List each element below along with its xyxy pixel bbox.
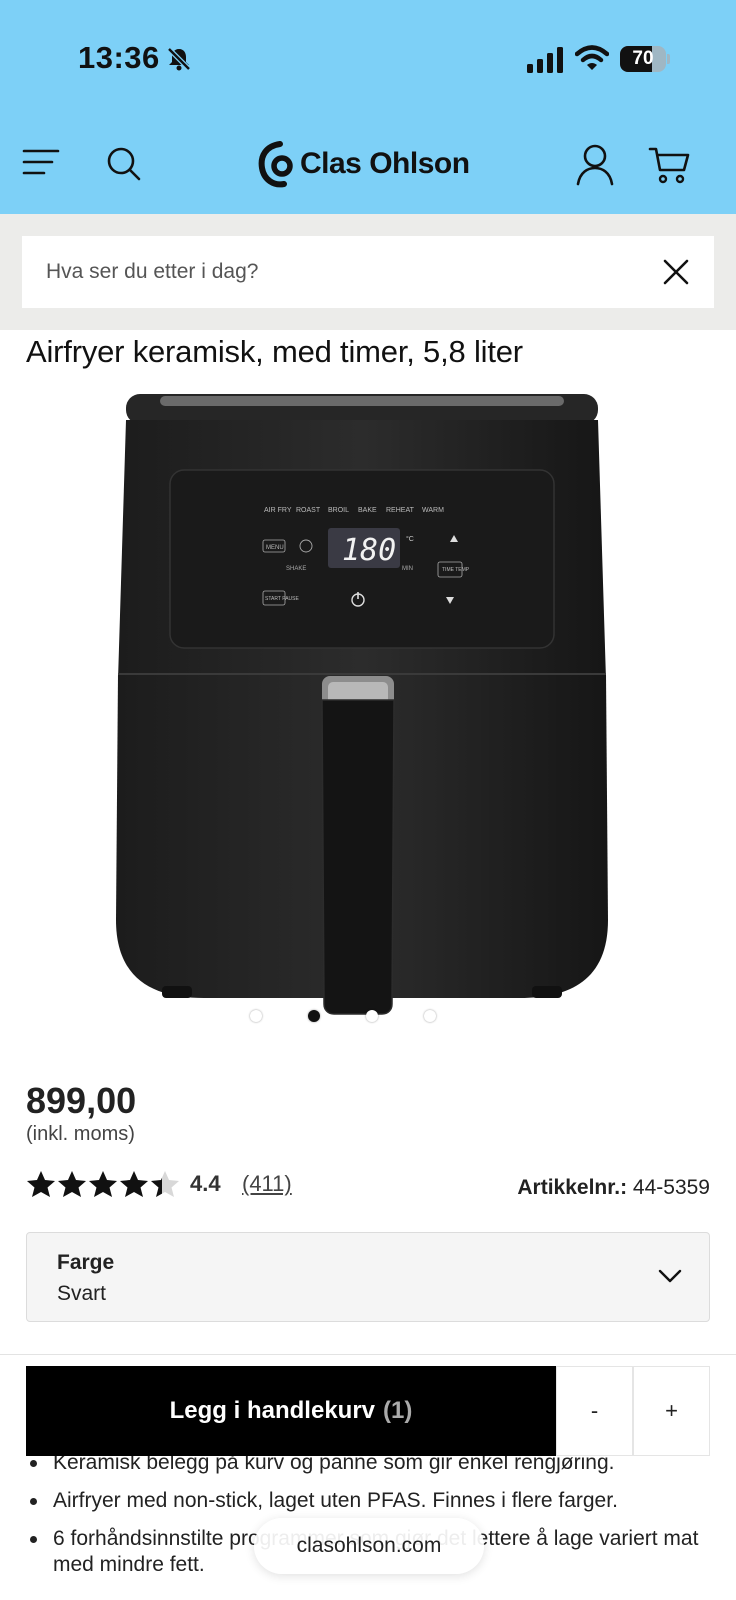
mode-label: ROAST [296,507,321,514]
menu-icon[interactable] [22,146,60,178]
mode-label: WARM [422,507,444,514]
close-icon[interactable] [662,258,690,286]
feature-item: Airfryer med non-stick, laget uten PFAS.… [26,1488,716,1514]
add-to-cart-label: Legg i handlekurv [169,1397,376,1424]
color-select-label: Farge [57,1251,115,1274]
search-box [22,236,714,308]
browser-url-pill[interactable]: clasohlson.com [254,1518,484,1574]
mode-label: AIR FRY [264,507,292,514]
brand-logo[interactable]: Clas Ohlson [258,140,470,188]
start-pause-label: START PAUSE [265,596,299,602]
battery-level: 70 [632,48,654,69]
product-image[interactable]: AIR FRY ROAST BROIL BAKE REHEAT WARM MEN… [100,390,636,1030]
article-label: Artikkelnr.: [517,1176,628,1199]
cart-quantity: (1) [383,1397,413,1424]
battery-icon: 70 [620,46,670,72]
increase-quantity-button[interactable]: + [633,1366,710,1456]
star-icon [27,1171,55,1197]
status-time: 13:36 [78,40,160,75]
image-carousel-dots [250,1010,450,1024]
divider [0,1354,736,1355]
shake-label: SHAKE [286,566,306,572]
account-icon[interactable] [576,144,614,186]
app-header: 13:36 70 Clas Ohlson [0,0,736,214]
star-rating [26,1170,181,1198]
star-icon [89,1171,117,1197]
add-to-cart-bar: Legg i handlekurv (1) - + [26,1366,710,1456]
chevron-down-icon [658,1269,682,1283]
color-select-value: Svart [57,1282,107,1305]
article-number-value: 44-5359 [632,1176,710,1199]
review-count-link[interactable]: (411) [242,1171,292,1197]
product-price: 899,00 [26,1080,137,1121]
mode-label: REHEAT [386,507,415,514]
display-unit: °C [406,535,414,543]
search-input[interactable] [46,236,646,308]
star-icon [120,1171,148,1197]
decrease-quantity-button[interactable]: - [556,1366,633,1456]
search-icon[interactable] [106,146,142,182]
add-to-cart-button[interactable]: Legg i handlekurv (1) [26,1366,556,1456]
cart-icon[interactable] [648,146,690,184]
mode-label: BAKE [358,507,377,514]
display-temperature: 180 [342,533,396,568]
article-number: Artikkelnr.: 44-5359 [517,1176,710,1200]
brand-name: Clas Ohlson [300,147,470,180]
mode-label: BROIL [328,507,349,514]
wifi-icon [575,45,609,70]
product-title: Airfryer keramisk, med timer, 5,8 liter [26,334,523,369]
carousel-dot[interactable] [250,1010,262,1022]
star-icon [58,1171,86,1197]
time-temp-label: TIME TEMP [442,567,470,573]
carousel-dot[interactable] [366,1010,378,1022]
vat-note: (inkl. moms) [26,1123,135,1145]
rating-value: 4.4 [190,1171,221,1196]
display-min: MIN [402,566,413,572]
clas-ohlson-logo-icon [258,141,293,188]
star-icon [151,1171,179,1197]
bell-slash-icon [167,47,191,71]
carousel-dot[interactable] [424,1010,436,1022]
menu-button-label: MENU [266,545,284,551]
search-bar [0,214,736,330]
color-select[interactable]: Farge Svart [26,1232,710,1322]
cellular-signal-icon [527,47,563,73]
carousel-dot[interactable] [308,1010,320,1022]
